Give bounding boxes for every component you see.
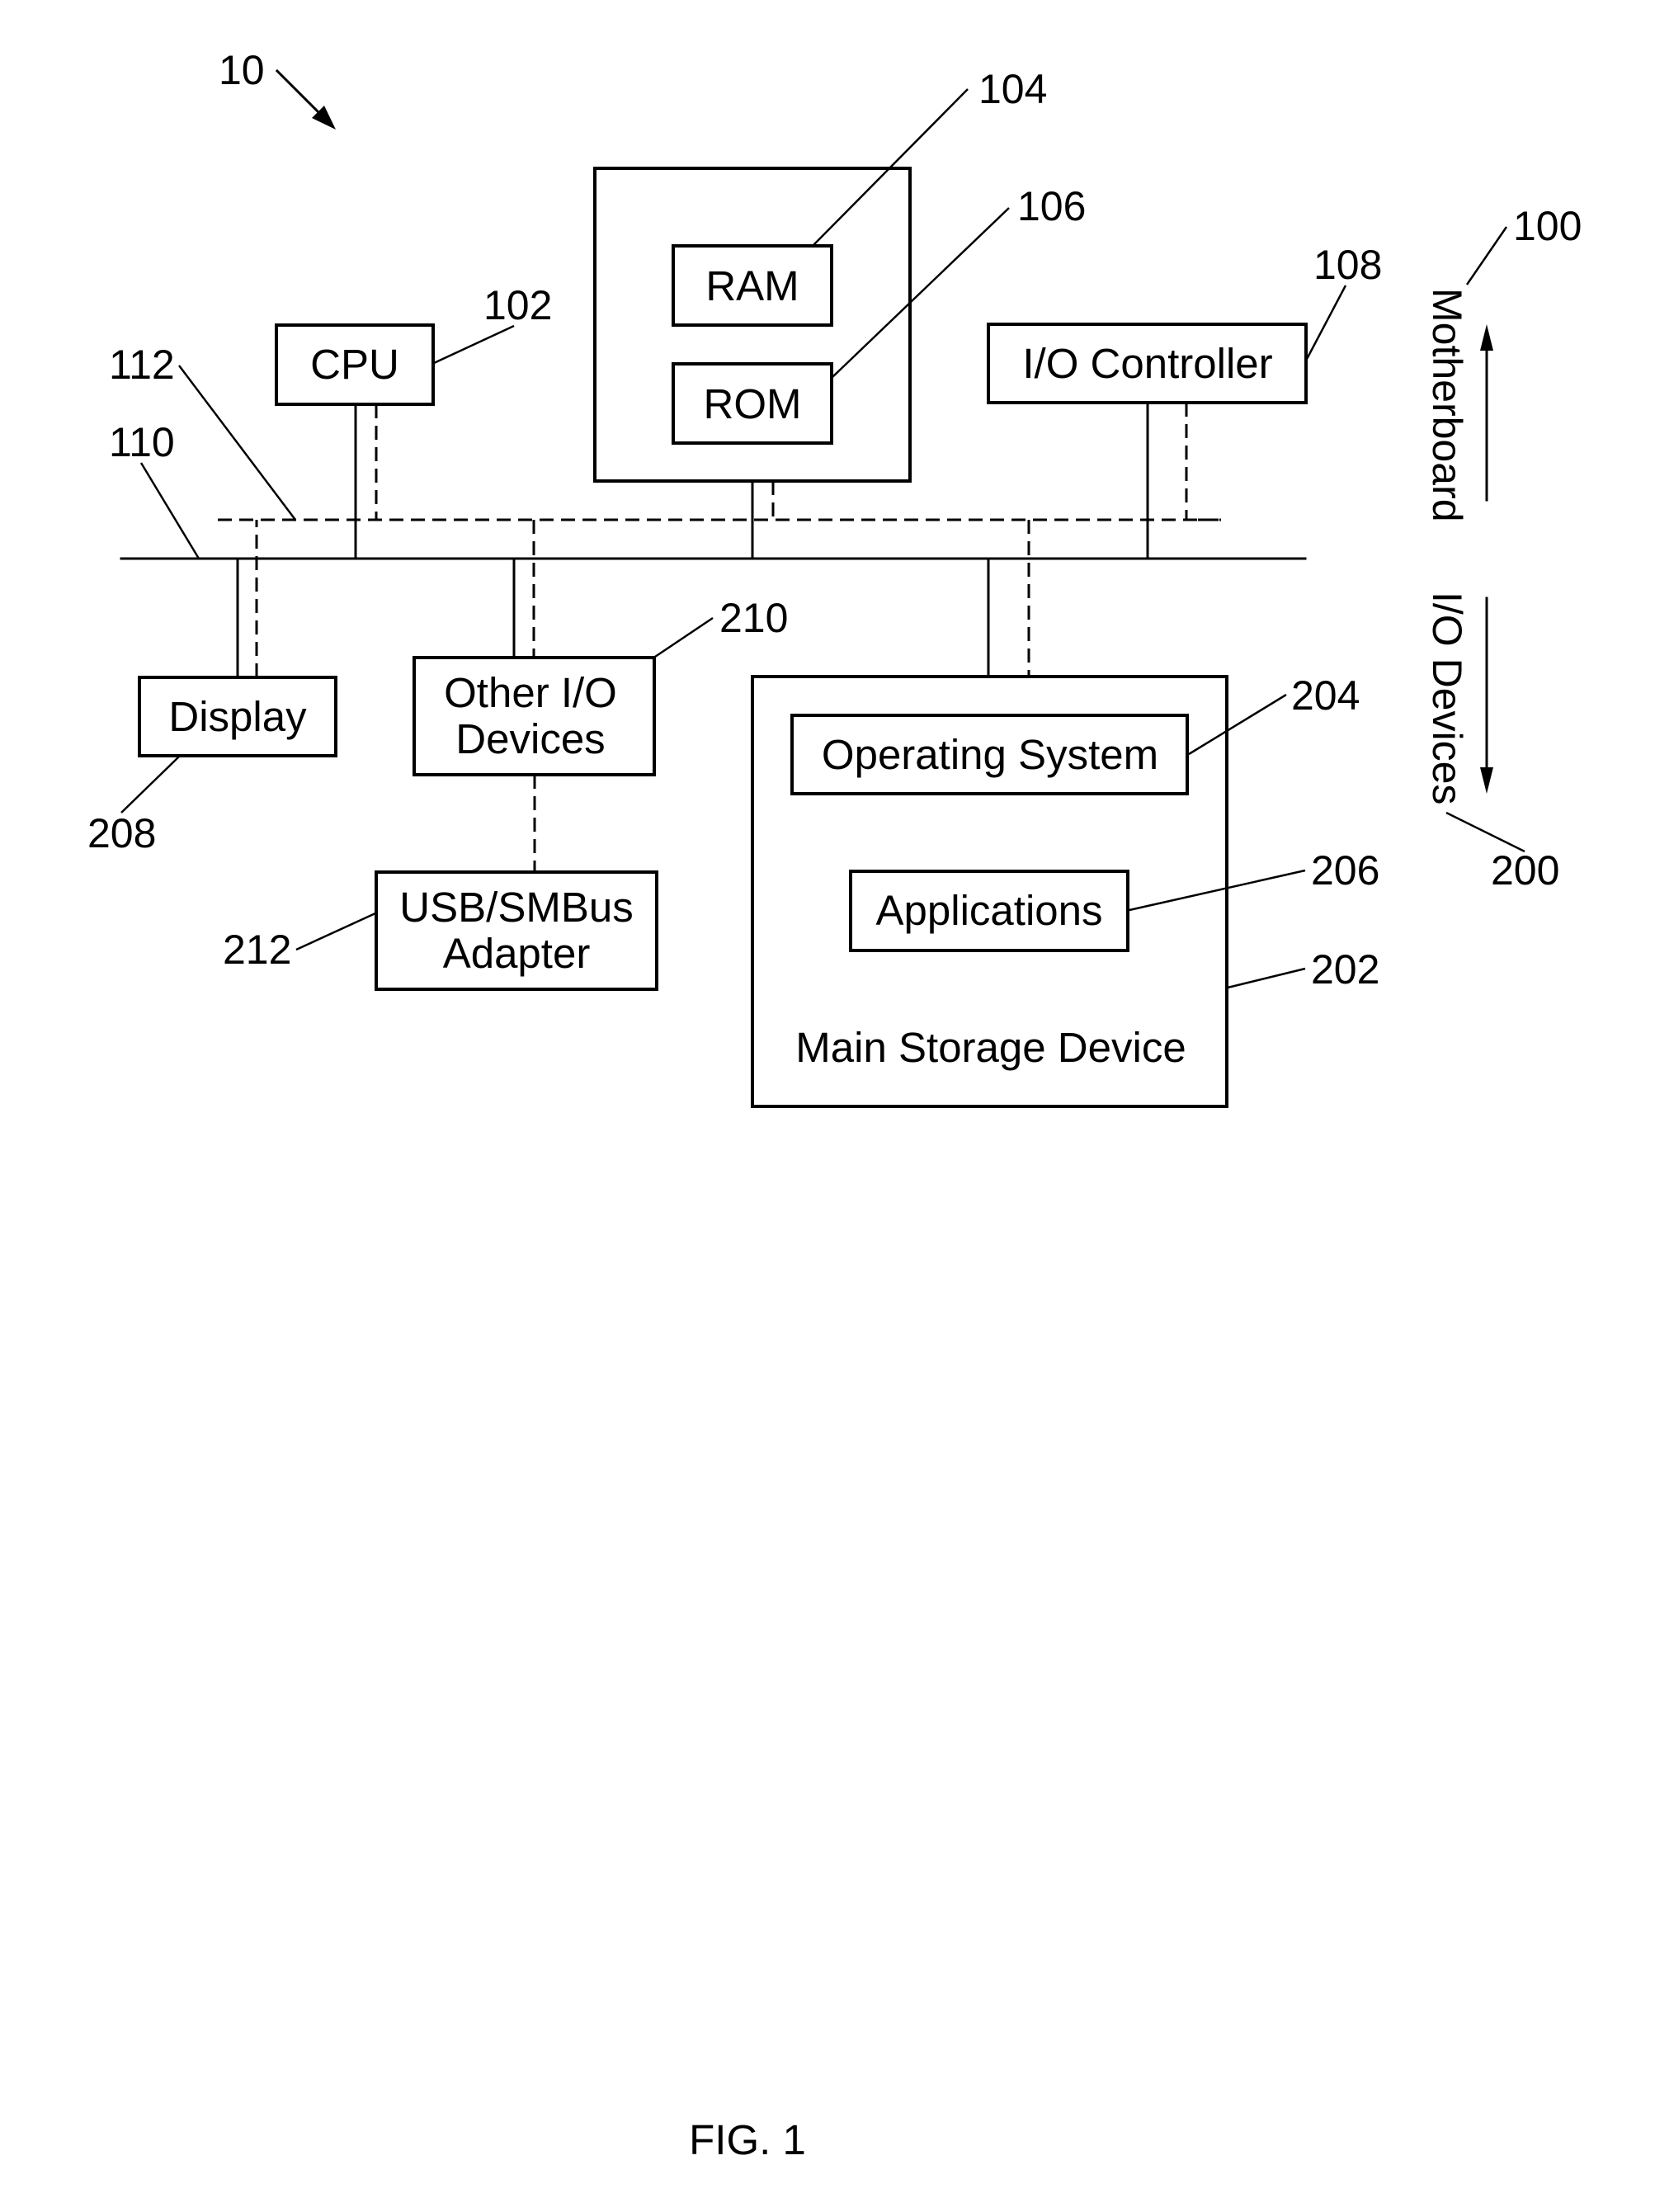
figure-caption: FIG. 1 — [689, 2116, 806, 2163]
io-controller-ref-label: 108 — [1313, 242, 1382, 288]
motherboard-up-arrow — [1480, 324, 1493, 502]
memory-block: RAM ROM — [593, 167, 912, 483]
rom-ref-label: 106 — [1017, 183, 1086, 229]
operating-system-label: Operating System — [822, 731, 1158, 778]
computer-system-diagram: 10 110 112 CPU 102 RAM ROM 104 106 I/O C… — [87, 47, 1582, 2163]
usb-adapter-block: USB/SMBus Adapter — [375, 870, 658, 991]
system-ref-label: 10 — [219, 47, 265, 93]
io-devices-leader-line — [1445, 811, 1525, 853]
other-io-block: Other I/O Devices — [413, 656, 656, 776]
io-controller-leader-line — [1304, 285, 1347, 361]
motherboard-side-label: Motherboard — [1424, 288, 1470, 522]
operating-system-ref-label: 204 — [1291, 672, 1360, 719]
other-io-label-line2: Devices — [455, 715, 605, 762]
usb-adapter-ref-label: 212 — [223, 927, 291, 973]
cpu-label: CPU — [310, 341, 399, 388]
applications-label: Applications — [876, 887, 1103, 934]
secondary-bus-ref-label: 112 — [109, 342, 175, 388]
ram-ref-label: 104 — [978, 66, 1047, 112]
io-controller-block: I/O Controller — [987, 323, 1308, 404]
main-storage-ref-label: 202 — [1311, 946, 1379, 993]
io-controller-secondary-connector — [1185, 403, 1221, 521]
io-devices-side-label: I/O Devices — [1424, 592, 1470, 804]
other-io-ref-label: 210 — [719, 595, 788, 641]
io-devices-down-arrow — [1480, 597, 1493, 794]
bus-leader-line — [139, 462, 200, 559]
display-ref-label: 208 — [87, 810, 156, 856]
main-storage-label: Main Storage Device — [795, 1024, 1186, 1071]
io-devices-ref-label: 200 — [1491, 847, 1559, 894]
motherboard-ref-label: 100 — [1513, 203, 1582, 249]
usb-adapter-leader-line — [295, 912, 376, 951]
rom-label: ROM — [704, 380, 802, 427]
usb-adapter-label-line2: Adapter — [443, 930, 591, 977]
ram-label: RAM — [705, 262, 799, 309]
cpu-block: CPU — [275, 323, 435, 406]
display-block: Display — [138, 676, 337, 757]
cpu-ref-label: 102 — [483, 282, 552, 328]
usb-adapter-label-line1: USB/SMBus — [399, 884, 633, 931]
main-storage-block: Operating System Applications Main Stora… — [751, 675, 1228, 1108]
other-io-leader-line — [654, 616, 714, 658]
applications-ref-label: 206 — [1311, 847, 1379, 894]
io-controller-label: I/O Controller — [1022, 340, 1272, 387]
display-label: Display — [168, 693, 307, 740]
display-leader-line — [120, 756, 180, 814]
other-io-label-line1: Other I/O — [444, 669, 617, 716]
bus-ref-label: 110 — [109, 419, 175, 465]
motherboard-leader-line — [1465, 226, 1508, 285]
system-ref-arrow — [275, 68, 336, 130]
cpu-leader-line — [433, 324, 515, 365]
main-storage-leader-line — [1227, 967, 1306, 989]
